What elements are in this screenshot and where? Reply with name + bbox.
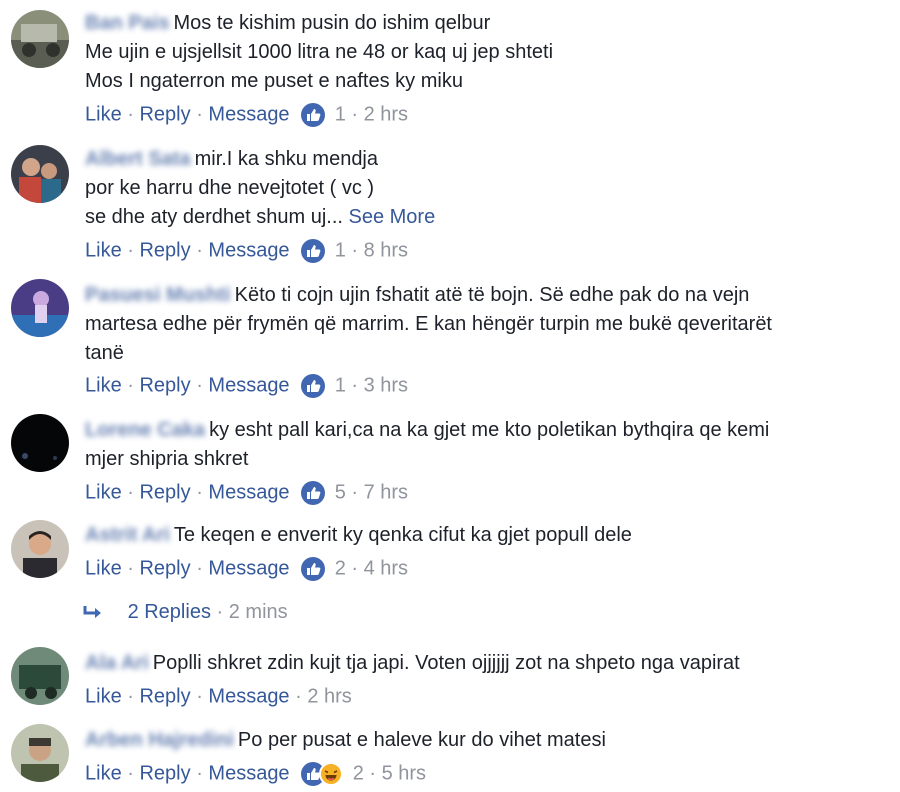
replies-time: 2 mins xyxy=(228,601,288,623)
reply-button[interactable]: Reply xyxy=(139,763,190,785)
see-more-link[interactable]: See More xyxy=(349,206,436,228)
replies-count[interactable]: 2 Replies xyxy=(128,601,211,623)
comment-text: Me ujin e ujsjellsit 1000 litra ne 48 or… xyxy=(85,41,554,63)
reaction-count[interactable]: 5 xyxy=(335,482,346,504)
message-button[interactable]: Message xyxy=(208,686,289,708)
comment-text: Mos te kishim pusin do ishim qelbur xyxy=(173,12,491,34)
message-button[interactable]: Message xyxy=(208,104,289,126)
reply-arrow-icon xyxy=(83,605,101,618)
comment-text: mir.I ka shku mendja xyxy=(194,148,379,170)
thumbs-up-icon[interactable] xyxy=(301,102,326,127)
avatar[interactable] xyxy=(11,647,69,705)
comment-author[interactable]: Ban Pais xyxy=(85,9,169,38)
comment-text: ky esht pall kari,ca na ka gjet me kto p… xyxy=(209,419,770,441)
avatar[interactable] xyxy=(11,279,69,337)
like-button[interactable]: Like xyxy=(85,482,122,504)
reactions[interactable] xyxy=(295,761,347,787)
laughing-face-icon xyxy=(319,762,344,787)
comment-author[interactable]: Astrit Ari xyxy=(85,521,170,550)
message-button[interactable]: Message xyxy=(208,375,289,397)
comment-author[interactable]: Albert Sata xyxy=(85,145,191,174)
comment-text: Te keqen e enverit ky qenka cifut ka gje… xyxy=(173,524,632,546)
comment-text: Këto ti cojn ujin fshatit atë të bojn. S… xyxy=(234,284,750,306)
like-button[interactable]: Like xyxy=(85,240,122,262)
avatar[interactable] xyxy=(11,10,69,68)
avatar[interactable] xyxy=(11,724,69,782)
comment-time[interactable]: 4 hrs xyxy=(364,558,408,580)
comment-time[interactable]: 5 hrs xyxy=(382,763,426,785)
comment-author[interactable]: Ala Ari xyxy=(85,649,149,678)
like-button[interactable]: Like xyxy=(85,763,122,785)
thumbs-up-icon[interactable] xyxy=(301,556,326,581)
message-button[interactable]: Message xyxy=(208,240,289,262)
thumbs-up-icon[interactable] xyxy=(301,238,326,263)
comment-text: Mos I ngaterron me puset e naftes ky mik… xyxy=(85,70,463,92)
reaction-count[interactable]: 1 xyxy=(335,375,346,397)
like-button[interactable]: Like xyxy=(85,104,122,126)
comment-time[interactable]: 2 hrs xyxy=(307,686,351,708)
comment-text: se dhe aty derdhet shum uj... xyxy=(85,206,343,228)
reply-button[interactable]: Reply xyxy=(139,375,190,397)
reply-button[interactable]: Reply xyxy=(139,558,190,580)
comment-text: por ke harru dhe nevejtotet ( vc ) xyxy=(85,177,375,199)
reply-button[interactable]: Reply xyxy=(139,482,190,504)
comment-time[interactable]: 8 hrs xyxy=(364,240,408,262)
reply-button[interactable]: Reply xyxy=(139,240,190,262)
view-replies-link[interactable]: 2 Replies · 2 mins xyxy=(82,598,288,626)
avatar[interactable] xyxy=(11,145,69,203)
comment-text: martesa edhe për frymën që marrim. E kan… xyxy=(85,313,772,335)
thumbs-up-icon[interactable] xyxy=(301,373,326,398)
comment-text: Po per pusat e haleve kur do vihet mates… xyxy=(237,729,606,751)
comment-text: Poplli shkret zdin kujt tja japi. Voten … xyxy=(152,652,740,674)
comment-text: mjer shipria shkret xyxy=(85,448,249,470)
avatar[interactable] xyxy=(11,520,69,578)
like-button[interactable]: Like xyxy=(85,686,122,708)
reaction-count[interactable]: 2 xyxy=(353,763,364,785)
reply-button[interactable]: Reply xyxy=(139,686,190,708)
comment-author[interactable]: Arben Hajredini xyxy=(85,726,234,755)
comment-text: tanë xyxy=(85,342,124,364)
like-button[interactable]: Like xyxy=(85,558,122,580)
comment-time[interactable]: 7 hrs xyxy=(364,482,408,504)
message-button[interactable]: Message xyxy=(208,558,289,580)
comment-time[interactable]: 3 hrs xyxy=(364,375,408,397)
comment-time[interactable]: 2 hrs xyxy=(364,104,408,126)
message-button[interactable]: Message xyxy=(208,763,289,785)
reply-button[interactable]: Reply xyxy=(139,104,190,126)
reaction-count[interactable]: 1 xyxy=(335,104,346,126)
message-button[interactable]: Message xyxy=(208,482,289,504)
reaction-count[interactable]: 2 xyxy=(335,558,346,580)
comment-author[interactable]: Pasuesi Mushti xyxy=(85,281,231,310)
like-button[interactable]: Like xyxy=(85,375,122,397)
reaction-count[interactable]: 1 xyxy=(335,240,346,262)
avatar[interactable] xyxy=(11,414,69,472)
thumbs-up-icon[interactable] xyxy=(301,480,326,505)
comment-author[interactable]: Lorene Caka xyxy=(85,416,205,445)
